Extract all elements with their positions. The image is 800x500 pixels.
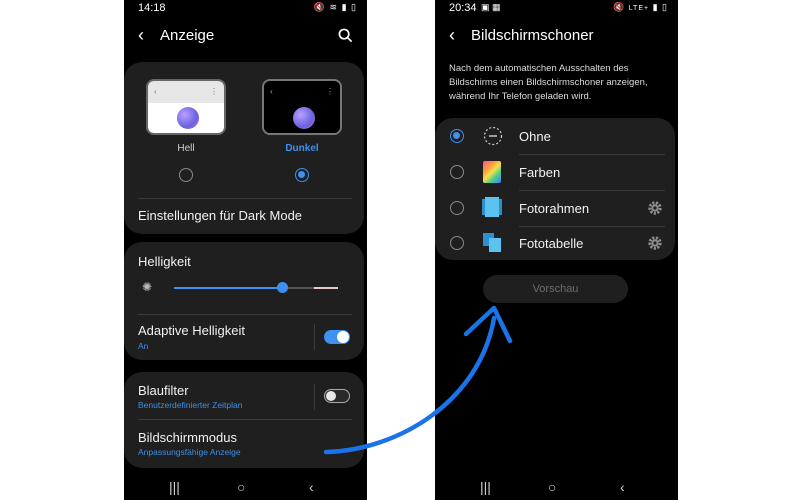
gear-icon[interactable] [647,235,663,251]
divider [138,314,352,315]
dark-theme-radio[interactable] [295,168,309,182]
light-theme-radio[interactable] [179,168,193,182]
gear-icon[interactable] [647,200,663,216]
option-radio[interactable] [450,236,464,250]
status-icons: 🔇 LTE+ ▮ ▯ [612,2,668,12]
brightness-slider-fill [174,287,283,289]
light-theme-thumbnail[interactable]: ‹ ⋮ [146,79,226,135]
mini-back-icon: ‹ [154,87,157,96]
blue-filter-schedule: Benutzerdefinierter Zeitplan [138,400,243,410]
toggle-knob [326,390,336,401]
brightness-sun-icon: ✺ [142,280,153,294]
nav-back-icon[interactable]: ‹ [309,479,314,495]
status-bar: 20:34 ▣ ▦ 🔇 LTE+ ▮ ▯ [435,0,678,16]
toggle-separator [314,384,315,410]
brightness-card: Helligkeit ✺ Adaptive Helligkeit An [124,242,364,360]
option-radio[interactable] [450,165,464,179]
blue-filter-label: Blaufilter [138,383,189,398]
adaptive-brightness-toggle[interactable] [324,330,350,344]
photo-frame-icon [482,197,502,217]
option-radio[interactable] [450,201,464,215]
recents-icon[interactable]: ||| [480,479,491,495]
brightness-label: Helligkeit [138,254,191,269]
toggle-knob [337,331,349,343]
photo-table-icon [483,233,501,252]
page-title: Bildschirmschoner [471,27,594,44]
notification-icons: ▣ ▦ [481,2,501,12]
mini-back-icon: ‹ [270,87,273,96]
back-arrow-icon[interactable]: ‹ [449,26,455,44]
status-icons: 🔇 ≋ ▮ ▯ [313,2,357,12]
dark-mode-settings-item[interactable]: Einstellungen für Dark Mode [138,208,302,223]
theme-preview-orb [177,107,199,129]
blue-filter-toggle[interactable] [324,389,350,403]
divider [138,419,352,420]
option-colors[interactable]: Farben [435,154,675,190]
option-photo-table[interactable]: Fototabelle [435,226,675,260]
phone-right-screensaver-settings: 20:34 ▣ ▦ 🔇 LTE+ ▮ ▯ ‹ Bildschirmschoner… [435,0,678,500]
screensaver-item[interactable]: Bildschirmmodus [138,430,237,445]
home-icon[interactable]: ○ [548,479,556,495]
screensaver-options-card: Ohne Farben Fotorahmen Fototabelle [435,118,675,260]
divider [138,198,352,199]
option-label: Fotorahmen [519,201,590,216]
annotation-arrow [323,305,513,455]
option-label: Fototabelle [519,236,584,251]
option-none[interactable]: Ohne [435,118,675,154]
status-time: 14:18 [138,2,166,14]
status-bar: 14:18 🔇 ≋ ▮ ▯ [124,0,367,16]
filter-card: Blaufilter Benutzerdefinierter Zeitplan … [124,372,364,468]
adaptive-brightness-label: Adaptive Helligkeit [138,323,245,338]
theme-card: ‹ ⋮ ‹ ⋮ Hell Dunkel Einstellungen für Da… [124,62,364,234]
nav-back-icon[interactable]: ‹ [620,479,625,495]
preview-button[interactable]: Vorschau [483,275,628,303]
dark-theme-thumbnail[interactable]: ‹ ⋮ [262,79,342,135]
colors-icon [483,161,501,183]
navigation-bar: ||| ○ ‹ [124,474,367,500]
home-icon[interactable]: ○ [237,479,245,495]
app-bar: ‹ Bildschirmschoner [435,22,678,50]
option-label: Farben [519,165,561,180]
light-theme-label: Hell [177,143,195,154]
screensaver-sublabel: Anpassungsfähige Anzeige [138,447,241,457]
screensaver-description: Nach dem automatischen Ausschalten des B… [449,63,648,102]
back-arrow-icon[interactable]: ‹ [138,26,144,44]
dark-theme-label: Dunkel [285,143,319,154]
page-title: Anzeige [160,27,215,44]
brightness-slider-knob[interactable] [276,282,288,293]
option-label: Ohne [519,129,551,144]
theme-preview-orb [293,107,315,129]
mini-menu-icon: ⋮ [210,87,218,96]
network-type: LTE+ [628,5,650,12]
status-time: 20:34 [449,2,477,14]
option-photo-frame[interactable]: Fotorahmen [435,190,675,226]
recents-icon[interactable]: ||| [169,479,180,495]
mini-menu-icon: ⋮ [326,87,334,96]
option-radio[interactable] [450,129,464,143]
brightness-slider-end [314,287,338,289]
search-icon[interactable] [338,28,353,43]
navigation-bar: ||| ○ ‹ [435,474,678,500]
phone-left-display-settings: 14:18 🔇 ≋ ▮ ▯ ‹ Anzeige ‹ ⋮ ‹ ⋮ Hell Dun… [124,0,367,500]
adaptive-brightness-status: An [138,341,149,351]
app-bar: ‹ Anzeige [124,22,367,50]
toggle-separator [314,324,315,350]
none-icon [483,126,503,146]
